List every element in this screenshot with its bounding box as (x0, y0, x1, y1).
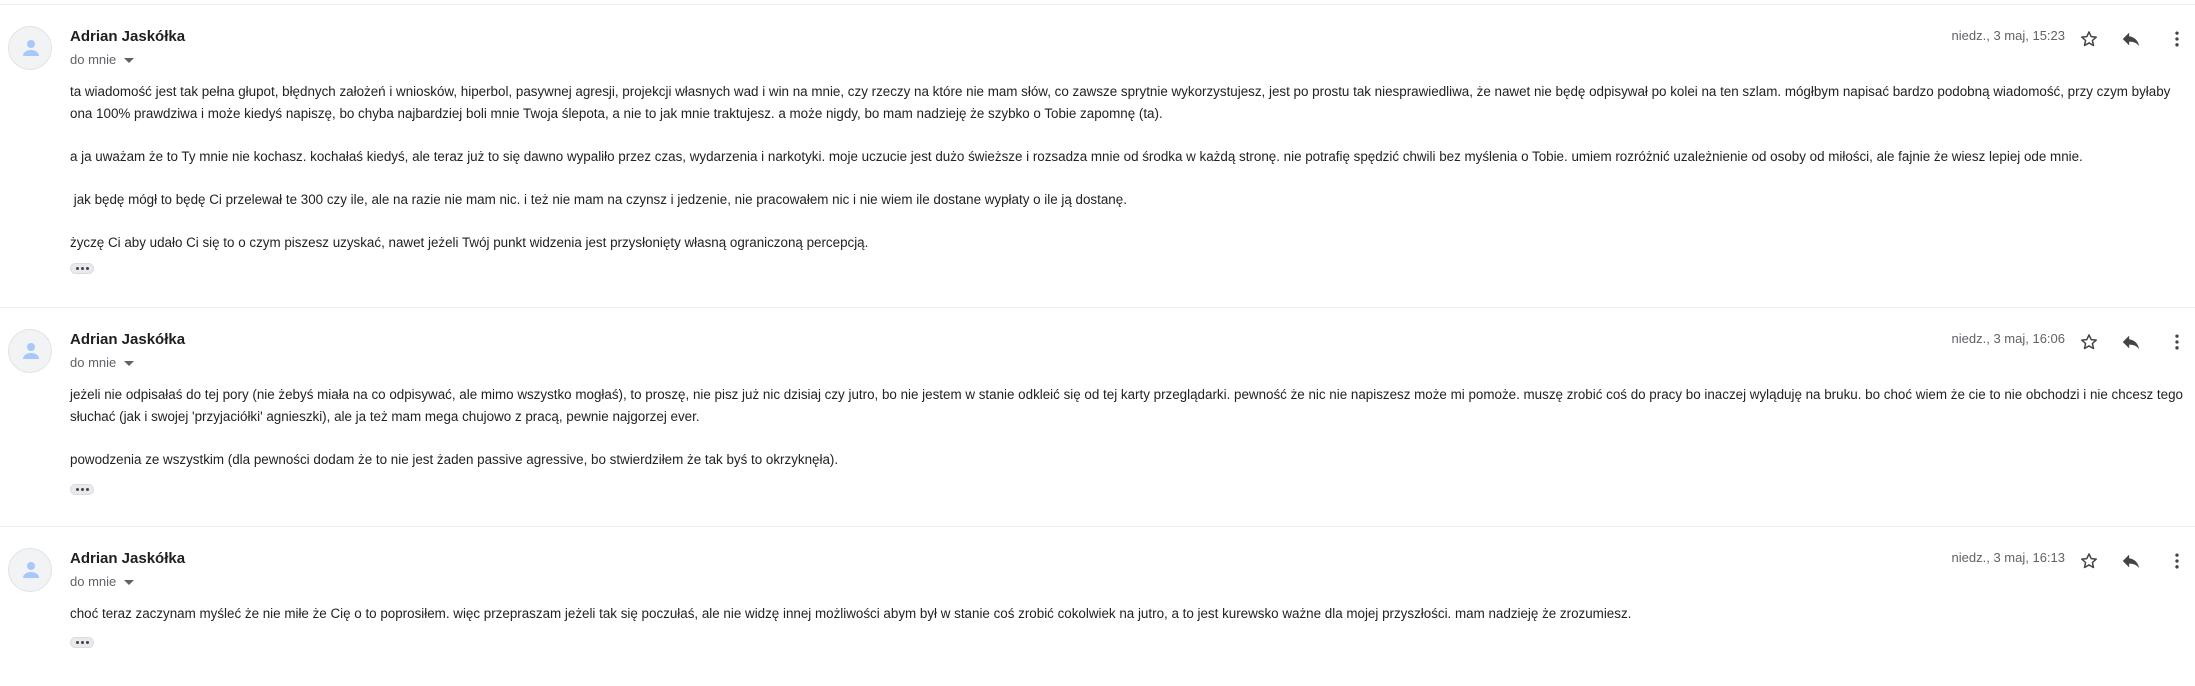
show-trimmed-content-button[interactable] (70, 637, 94, 648)
message-paragraph: ta wiadomość jest tak pełna głupot, błęd… (70, 84, 2175, 121)
star-button[interactable] (2075, 328, 2103, 356)
message-date[interactable]: niedz., 3 maj, 15:23 (1952, 28, 2065, 43)
recipient-details-toggle[interactable]: do mnie (70, 355, 135, 370)
message-paragraph: jeżeli nie odpisałaś do tej pory (nie że… (70, 387, 2187, 424)
chevron-down-icon (124, 361, 135, 366)
recipient-details-toggle[interactable]: do mnie (70, 574, 135, 589)
sender-name[interactable]: Adrian Jaskółka (70, 28, 185, 45)
more-vert-icon (2175, 31, 2179, 47)
ellipsis-icon (75, 267, 79, 270)
avatar[interactable] (8, 548, 52, 592)
message-date[interactable]: niedz., 3 maj, 16:13 (1952, 550, 2065, 565)
show-trimmed-content-button[interactable] (70, 263, 94, 274)
chevron-down-icon (124, 580, 135, 585)
reply-button[interactable] (2117, 547, 2145, 575)
message-actions (2075, 23, 2195, 53)
message-paragraph: a ja uważam że to Ty mnie nie kochasz. k… (70, 148, 2083, 164)
more-vert-icon (2175, 334, 2179, 350)
message-card: Adrian Jaskółka do mnie niedz., 3 maj, 1… (0, 308, 2195, 527)
sender-name[interactable]: Adrian Jaskółka (70, 331, 185, 348)
reply-button[interactable] (2117, 25, 2145, 53)
more-options-button[interactable] (2163, 25, 2191, 53)
message-date[interactable]: niedz., 3 maj, 16:06 (1952, 331, 2065, 346)
person-icon (23, 343, 39, 359)
message-paragraph: życzę Ci aby udało Ci się to o czym pisz… (70, 234, 869, 250)
message-card: Adrian Jaskółka do mnie niedz., 3 maj, 1… (0, 527, 2195, 686)
star-icon (2081, 334, 2097, 350)
reply-icon (2122, 335, 2140, 350)
ellipsis-icon (75, 488, 79, 491)
message-body: ta wiadomość jest tak pełna głupot, błęd… (70, 81, 2187, 253)
person-icon (23, 562, 39, 578)
message-paragraph: choć teraz zaczynam myśleć że nie miłe ż… (70, 606, 1632, 621)
more-options-button[interactable] (2163, 547, 2191, 575)
message-paragraph: jak będę mógł to będę Ci przelewał te 30… (70, 191, 1127, 207)
more-vert-icon (2175, 553, 2179, 569)
star-button[interactable] (2075, 547, 2103, 575)
star-icon (2081, 553, 2097, 569)
message-actions (2075, 326, 2195, 356)
message-body: choć teraz zaczynam myśleć że nie miłe ż… (70, 603, 2187, 625)
message-actions (2075, 545, 2195, 575)
reply-icon (2122, 32, 2140, 47)
avatar[interactable] (8, 26, 52, 70)
more-options-button[interactable] (2163, 328, 2191, 356)
recipient-details-toggle[interactable]: do mnie (70, 52, 135, 67)
recipient-label: do mnie (70, 355, 117, 370)
show-trimmed-content-button[interactable] (70, 484, 94, 495)
avatar[interactable] (8, 329, 52, 373)
person-icon (23, 40, 39, 56)
star-button[interactable] (2075, 25, 2103, 53)
recipient-label: do mnie (70, 52, 117, 67)
reply-button[interactable] (2117, 328, 2145, 356)
reply-icon (2122, 554, 2140, 569)
sender-name[interactable]: Adrian Jaskółka (70, 550, 185, 567)
ellipsis-icon (75, 641, 79, 644)
chevron-down-icon (124, 58, 135, 63)
message-paragraph: powodzenia ze wszystkim (dla pewności do… (70, 451, 839, 467)
star-icon (2081, 31, 2097, 47)
message-body: jeżeli nie odpisałaś do tej pory (nie że… (70, 384, 2187, 470)
recipient-label: do mnie (70, 574, 117, 589)
message-card: Adrian Jaskółka do mnie niedz., 3 maj, 1… (0, 5, 2195, 308)
